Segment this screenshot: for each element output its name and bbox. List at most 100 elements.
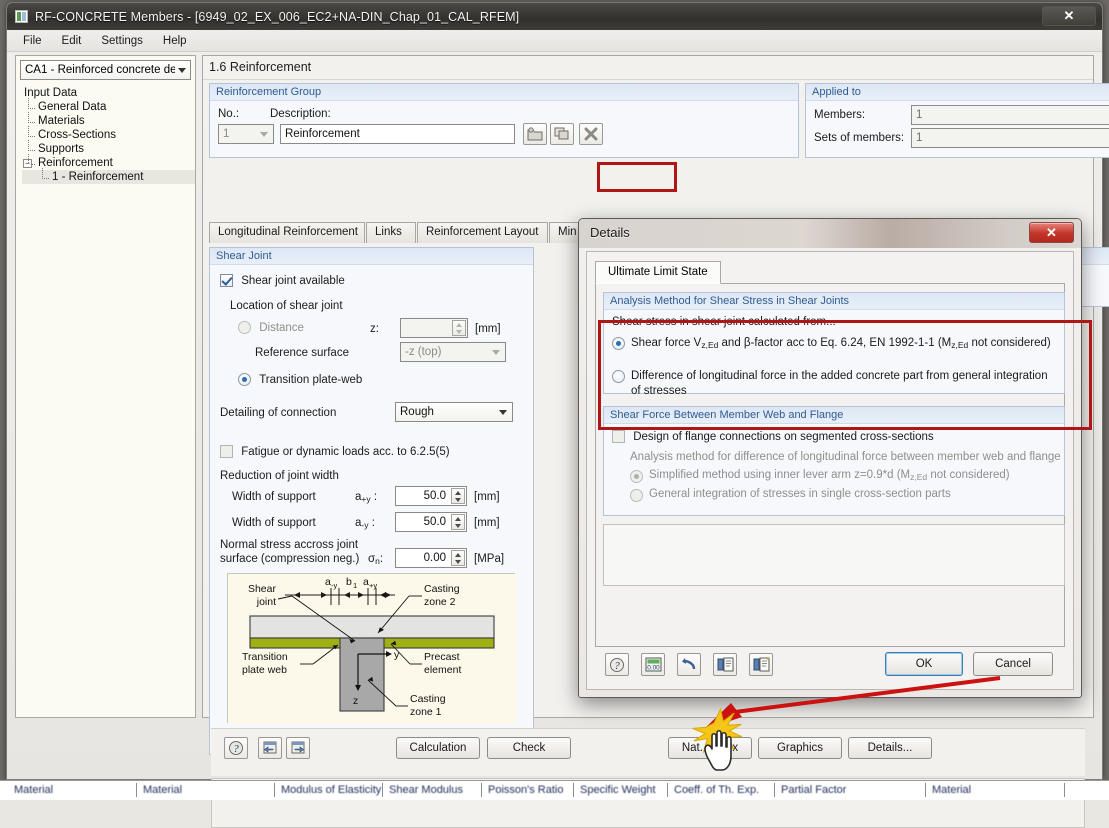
analysis-option-1-radio[interactable] bbox=[612, 337, 625, 350]
width-of-support-minus-input[interactable]: 50.0 bbox=[395, 512, 467, 532]
sidebar-item-materials[interactable]: Materials bbox=[22, 112, 195, 128]
svg-text:plate web: plate web bbox=[242, 664, 287, 676]
flange-analysis-sub-label: Analysis method for difference of longit… bbox=[630, 451, 1061, 463]
svg-text:Casting: Casting bbox=[424, 583, 460, 595]
copy-glyph bbox=[554, 127, 569, 140]
details-empty-area bbox=[603, 524, 1065, 586]
sigma-n-input[interactable]: 0.00 bbox=[395, 548, 467, 568]
tab-reinforcement-layout[interactable]: Reinforcement Layout bbox=[417, 222, 548, 243]
svg-text:element: element bbox=[424, 664, 461, 676]
svg-text:1: 1 bbox=[353, 581, 357, 590]
delete-icon[interactable] bbox=[579, 123, 603, 145]
reinforcement-description-input[interactable]: Reinforcement bbox=[280, 124, 515, 144]
flange-option-2-row[interactable]: General integration of stresses in singl… bbox=[630, 488, 951, 502]
shear-joint-available-checkbox[interactable] bbox=[220, 274, 233, 287]
default-values-icon[interactable]: 0.00 bbox=[641, 653, 665, 676]
load-config-icon[interactable] bbox=[713, 653, 737, 676]
svg-text:?: ? bbox=[233, 743, 239, 755]
reinforcement-group-no-combobox[interactable]: 1 bbox=[218, 124, 274, 144]
save-config-icon[interactable] bbox=[749, 653, 773, 676]
reference-surface-combobox[interactable]: -z (top) bbox=[400, 342, 506, 362]
bg-header-2: Modulus of Elasticity bbox=[281, 784, 382, 796]
flange-connections-row[interactable]: Design of flange connections on segmente… bbox=[612, 430, 934, 443]
tab-longitudinal-reinforcement[interactable]: Longitudinal Reinforcement bbox=[209, 222, 365, 243]
previous-icon[interactable] bbox=[258, 737, 282, 759]
fatigue-row[interactable]: Fatigue or dynamic loads acc. to 6.2.5(5… bbox=[220, 445, 450, 458]
sidebar-item-supports[interactable]: Supports bbox=[22, 140, 195, 156]
shear-joint-available-row[interactable]: Shear joint available bbox=[220, 274, 345, 287]
analysis-option-1-sub1: z,Ed bbox=[701, 340, 719, 350]
details-cancel-button[interactable]: Cancel bbox=[973, 652, 1053, 676]
detailing-of-connection-combobox[interactable]: Rough bbox=[395, 402, 513, 422]
analysis-option-1-row[interactable]: Shear force Vz,Ed and β-factor acc to Eq… bbox=[612, 336, 1056, 353]
sets-of-members-input[interactable]: 1 bbox=[911, 128, 1109, 148]
nat-annex-button[interactable]: Nat. Annex bbox=[668, 737, 752, 759]
svg-text:joint: joint bbox=[256, 596, 276, 608]
tab-ultimate-limit-state[interactable]: Ultimate Limit State bbox=[595, 261, 721, 284]
location-of-shear-joint-label: Location of shear joint bbox=[230, 300, 343, 312]
design-case-combobox[interactable]: CA1 - Reinforced concrete desi bbox=[20, 60, 191, 80]
new-folder-icon[interactable] bbox=[523, 123, 547, 145]
details-close-button[interactable]: ✕ bbox=[1029, 222, 1074, 243]
help-icon[interactable]: ? bbox=[605, 653, 629, 676]
bg-header-1: Material bbox=[143, 784, 183, 796]
navigation-panel: CA1 - Reinforced concrete desi Input Dat… bbox=[15, 55, 196, 718]
a-subscript-1: +y bbox=[361, 494, 371, 504]
reinforcement-description-value: Reinforcement bbox=[285, 128, 360, 140]
sidebar-item-reinforcement[interactable]: − Reinforcement bbox=[22, 154, 195, 170]
fatigue-checkbox[interactable] bbox=[220, 445, 233, 458]
flange-option-1-row[interactable]: Simplified method using inner lever arm … bbox=[630, 469, 1010, 483]
tree-root-input-data[interactable]: Input Data bbox=[22, 86, 195, 100]
reinforcement-group-legend: Reinforcement Group bbox=[210, 84, 798, 101]
calculation-button[interactable]: Calculation bbox=[396, 737, 480, 759]
analysis-option-2-row[interactable]: Difference of longitudinal force in the … bbox=[612, 369, 1056, 399]
transition-plate-web-radio[interactable] bbox=[238, 373, 251, 386]
z-distance-input[interactable] bbox=[400, 318, 468, 338]
distance-radio[interactable] bbox=[238, 321, 251, 334]
width-plus-spinner[interactable] bbox=[451, 488, 465, 504]
menu-item-edit[interactable]: Edit bbox=[52, 32, 92, 50]
transition-plate-web-row[interactable]: Transition plate-web bbox=[238, 373, 362, 386]
menu-item-help[interactable]: Help bbox=[153, 32, 197, 50]
help-question-glyph: ? bbox=[229, 741, 243, 755]
analysis-option-2-radio[interactable] bbox=[612, 370, 625, 383]
graphics-button[interactable]: Graphics bbox=[758, 737, 842, 759]
bg-header-6: Coeff. of Th. Exp. bbox=[674, 784, 760, 796]
sidebar-item-1-reinforcement[interactable]: 1 - Reinforcement bbox=[22, 168, 195, 184]
tab-links[interactable]: Links bbox=[366, 222, 416, 243]
flange-option-1-pre: Simplified method using inner lever arm … bbox=[649, 469, 911, 481]
analysis-method-legend: Analysis Method for Shear Stress in Shea… bbox=[604, 293, 1064, 310]
details-button[interactable]: Details... bbox=[848, 737, 932, 759]
flange-option-1-radio[interactable] bbox=[630, 470, 643, 483]
width-of-support-minus-symbol: a-y : bbox=[355, 517, 375, 530]
window-close-button[interactable]: ✕ bbox=[1042, 6, 1096, 26]
sidebar-item-general-data[interactable]: General Data bbox=[22, 98, 195, 114]
details-dialog-title: Details bbox=[590, 225, 630, 240]
menu-item-settings[interactable]: Settings bbox=[91, 32, 153, 50]
width-of-support-plus-input[interactable]: 50.0 bbox=[395, 486, 467, 506]
svg-text:Transition: Transition bbox=[242, 651, 288, 663]
width-minus-spinner[interactable] bbox=[451, 514, 465, 530]
tree-expander-icon[interactable]: − bbox=[23, 159, 32, 168]
flange-connections-checkbox[interactable] bbox=[612, 430, 625, 443]
next-icon[interactable] bbox=[286, 737, 310, 759]
distance-radio-row[interactable]: Distance bbox=[238, 321, 304, 334]
shear-joint-legend: Shear Joint bbox=[210, 248, 533, 265]
detailing-of-connection-label: Detailing of connection bbox=[220, 407, 337, 419]
menu-item-file[interactable]: File bbox=[13, 32, 52, 50]
z-label: z: bbox=[370, 323, 379, 335]
sidebar-item-cross-sections[interactable]: Cross-Sections bbox=[22, 126, 195, 142]
check-button[interactable]: Check bbox=[487, 737, 571, 759]
help-icon[interactable]: ? bbox=[224, 737, 248, 759]
analysis-option-2-label: Difference of longitudinal force in the … bbox=[631, 370, 1048, 397]
undo-icon[interactable] bbox=[677, 653, 701, 676]
members-input[interactable]: 1 bbox=[911, 105, 1109, 125]
svg-text:zone 1: zone 1 bbox=[410, 706, 442, 718]
sigma-spinner[interactable] bbox=[451, 550, 465, 566]
copy-icon[interactable] bbox=[550, 123, 574, 145]
main-footer: ? Calculation Check Nat. Annex Graphics … bbox=[211, 728, 1085, 776]
z-distance-spinner[interactable] bbox=[452, 320, 466, 336]
details-ok-button[interactable]: OK bbox=[885, 652, 963, 676]
width-minus-unit: [mm] bbox=[474, 517, 500, 529]
flange-option-2-radio[interactable] bbox=[630, 489, 643, 502]
